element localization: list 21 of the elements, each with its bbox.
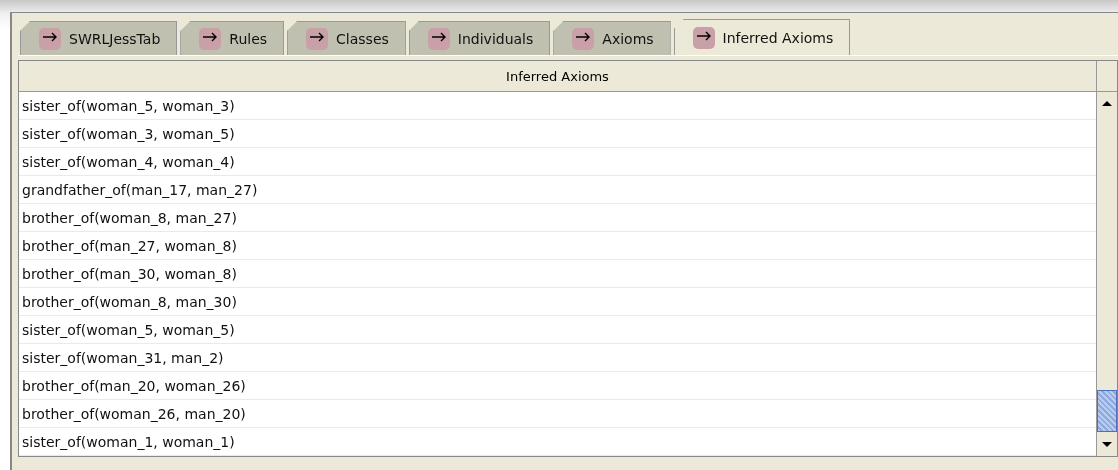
scrollbar[interactable] [1097, 92, 1117, 456]
table-cell: brother_of(woman_8, man_30) [19, 288, 1096, 316]
table-cell: brother_of(man_20, woman_26) [19, 372, 1096, 400]
tab[interactable]: Axioms [553, 21, 671, 55]
table-cell: sister_of(woman_31, man_2) [19, 344, 1096, 372]
table-cell: sister_of(woman_5, woman_5) [19, 316, 1096, 344]
table-cell: sister_of(woman_3, woman_5) [19, 120, 1096, 148]
tab[interactable]: Classes [287, 21, 406, 55]
tab[interactable]: Inferred Axioms [673, 19, 851, 55]
table-cell: sister_of(woman_1, woman_1) [19, 428, 1096, 456]
table-cell: sister_of(woman_4, woman_4) [19, 148, 1096, 176]
tab[interactable]: Rules [180, 21, 285, 55]
table-cell: brother_of(man_27, woman_8) [19, 232, 1096, 260]
table-cell: grandfather_of(man_17, man_27) [19, 176, 1096, 204]
tab[interactable]: Individuals [408, 21, 551, 55]
table-cell: brother_of(man_30, woman_8) [19, 260, 1096, 288]
table-cell: sister_of(woman_5, woman_3) [19, 92, 1096, 120]
table-cell: brother_of(woman_8, man_27) [19, 204, 1096, 232]
scroll-thumb[interactable] [1097, 390, 1117, 432]
tab[interactable]: SWRLJessTab [20, 21, 178, 55]
table-cell: brother_of(woman_26, man_20) [19, 400, 1096, 428]
